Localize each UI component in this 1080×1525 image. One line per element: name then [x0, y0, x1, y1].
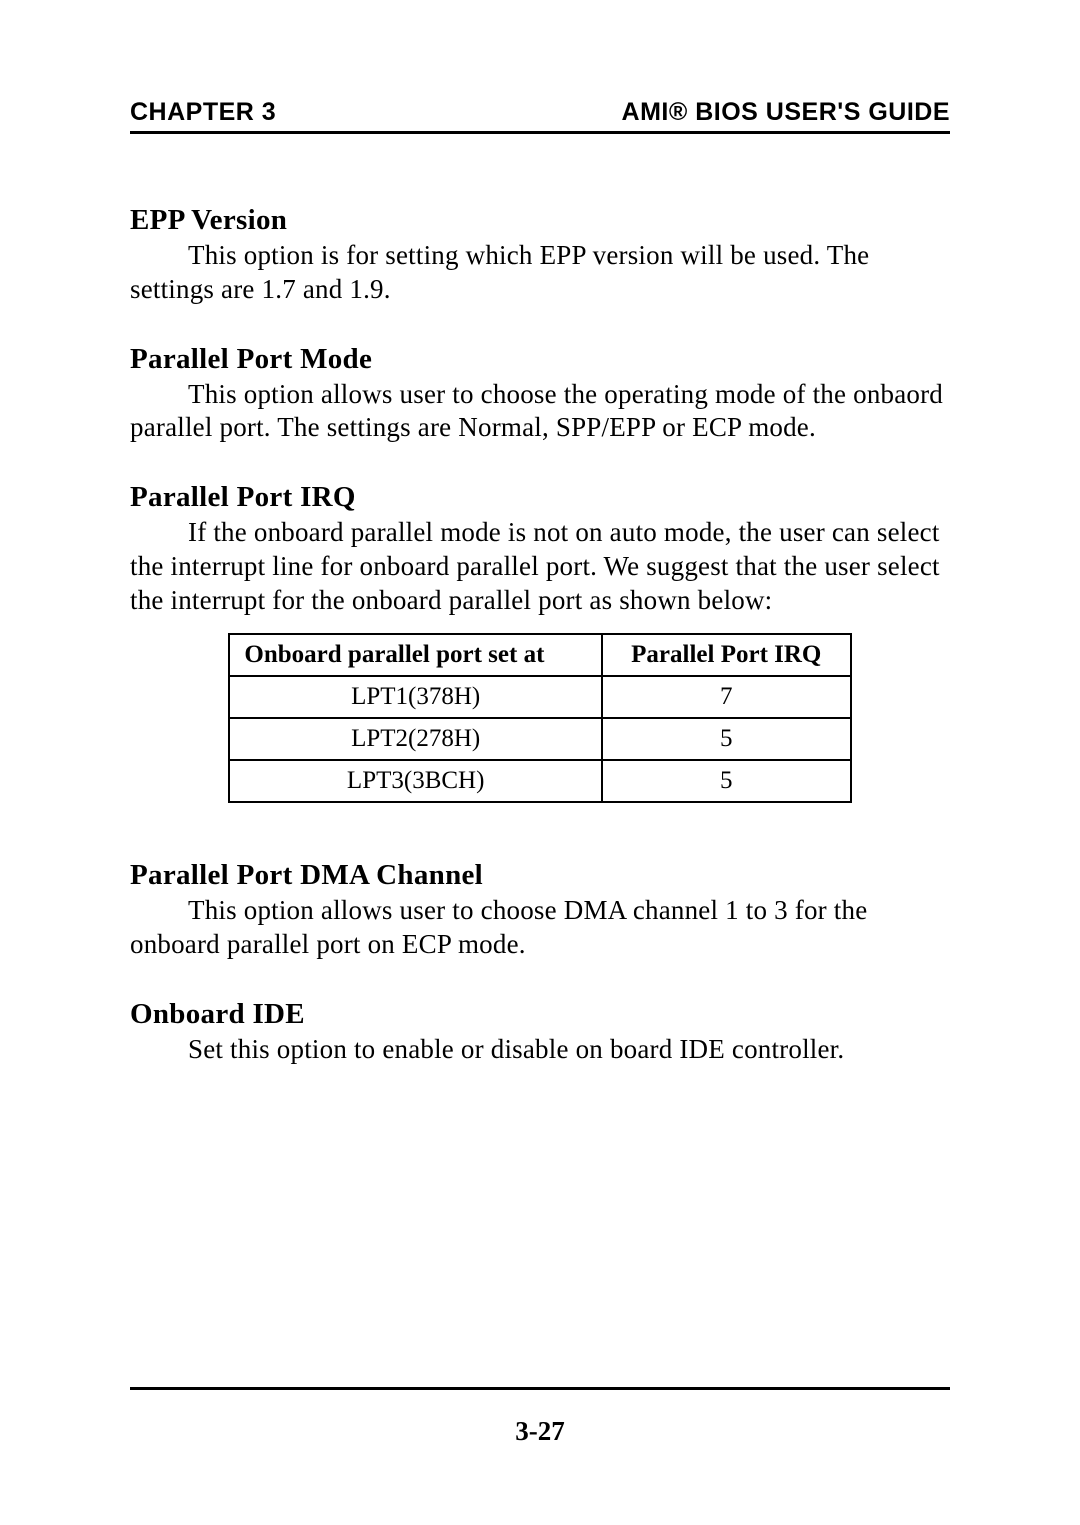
table-row: LPT2(278H) 5 [229, 718, 850, 760]
section-onboard-ide: Onboard IDE Set this option to enable or… [130, 998, 950, 1067]
header-guide-title: AMI® BIOS USER'S GUIDE [622, 98, 950, 127]
body-parallel-port-irq: If the onboard parallel mode is not on a… [130, 516, 950, 617]
footer-rule [130, 1387, 950, 1390]
cell-irq: 5 [602, 760, 851, 802]
body-parallel-port-dma: This option allows user to choose DMA ch… [130, 894, 950, 962]
page-number: 3-27 [0, 1416, 1080, 1447]
header-chapter: CHAPTER 3 [130, 98, 276, 127]
table-header-row: Onboard parallel port set at Parallel Po… [229, 634, 850, 676]
heading-epp-version: EPP Version [130, 204, 950, 237]
heading-parallel-port-mode: Parallel Port Mode [130, 343, 950, 376]
heading-parallel-port-dma: Parallel Port DMA Channel [130, 859, 950, 892]
cell-port: LPT3(3BCH) [229, 760, 602, 802]
document-page: CHAPTER 3 AMI® BIOS USER'S GUIDE EPP Ver… [0, 0, 1080, 1067]
table-row: LPT1(378H) 7 [229, 676, 850, 718]
heading-onboard-ide: Onboard IDE [130, 998, 950, 1031]
section-parallel-port-mode: Parallel Port Mode This option allows us… [130, 343, 950, 446]
col-header-irq: Parallel Port IRQ [602, 634, 851, 676]
body-onboard-ide: Set this option to enable or disable on … [130, 1033, 950, 1067]
irq-table: Onboard parallel port set at Parallel Po… [228, 633, 851, 803]
cell-port: LPT2(278H) [229, 718, 602, 760]
cell-irq: 5 [602, 718, 851, 760]
table-row: LPT3(3BCH) 5 [229, 760, 850, 802]
cell-port: LPT1(378H) [229, 676, 602, 718]
section-parallel-port-dma: Parallel Port DMA Channel This option al… [130, 859, 950, 962]
cell-irq: 7 [602, 676, 851, 718]
col-header-port: Onboard parallel port set at [229, 634, 602, 676]
section-epp-version: EPP Version This option is for setting w… [130, 204, 950, 307]
page-header: CHAPTER 3 AMI® BIOS USER'S GUIDE [130, 98, 950, 134]
body-parallel-port-mode: This option allows user to choose the op… [130, 378, 950, 446]
heading-parallel-port-irq: Parallel Port IRQ [130, 481, 950, 514]
body-epp-version: This option is for setting which EPP ver… [130, 239, 950, 307]
section-parallel-port-irq: Parallel Port IRQ If the onboard paralle… [130, 481, 950, 617]
